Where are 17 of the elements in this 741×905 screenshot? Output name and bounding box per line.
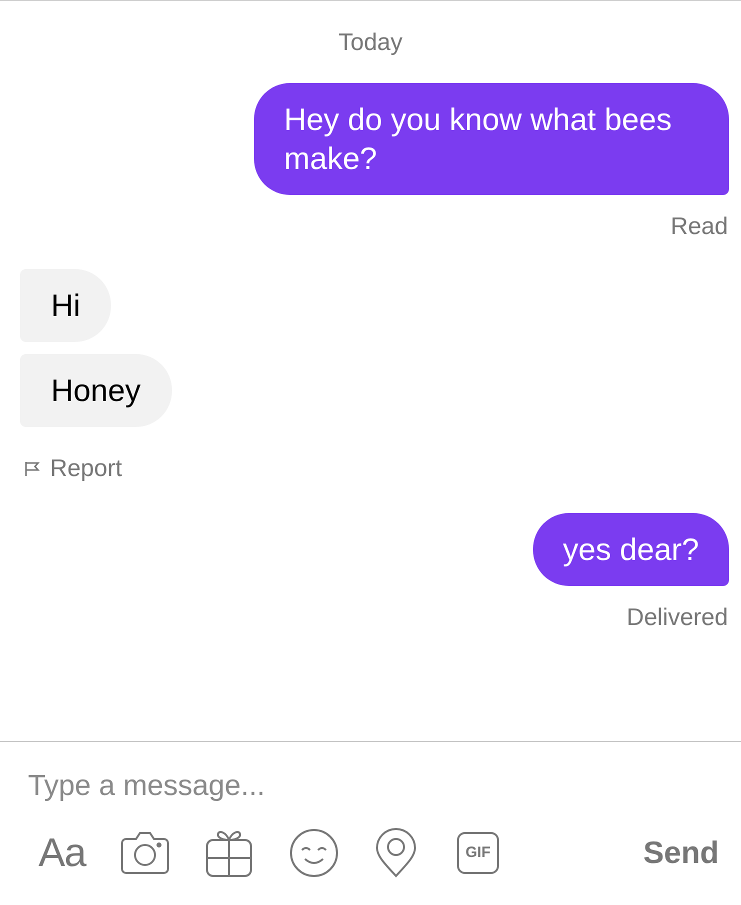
camera-icon[interactable] (120, 831, 170, 875)
font-button[interactable]: Aa (36, 833, 88, 873)
received-message-bubble: Hi (20, 269, 112, 342)
sent-message-bubble: Hey do you know what bees make? (254, 83, 729, 195)
message-status: Delivered (626, 603, 728, 633)
gift-icon[interactable] (205, 828, 253, 878)
message-input[interactable]: Type a message... (28, 764, 708, 808)
gif-button[interactable]: GIF (457, 832, 499, 874)
flag-icon (24, 461, 41, 477)
smiley-icon[interactable] (289, 828, 339, 878)
date-label: Today (338, 28, 403, 58)
received-message-bubble: Honey (20, 354, 172, 427)
location-pin-icon[interactable] (375, 828, 417, 878)
send-button[interactable]: Send (643, 830, 719, 876)
sent-message-bubble: yes dear? (532, 513, 729, 586)
report-link[interactable]: Report (50, 451, 122, 487)
message-status: Read (670, 212, 728, 242)
